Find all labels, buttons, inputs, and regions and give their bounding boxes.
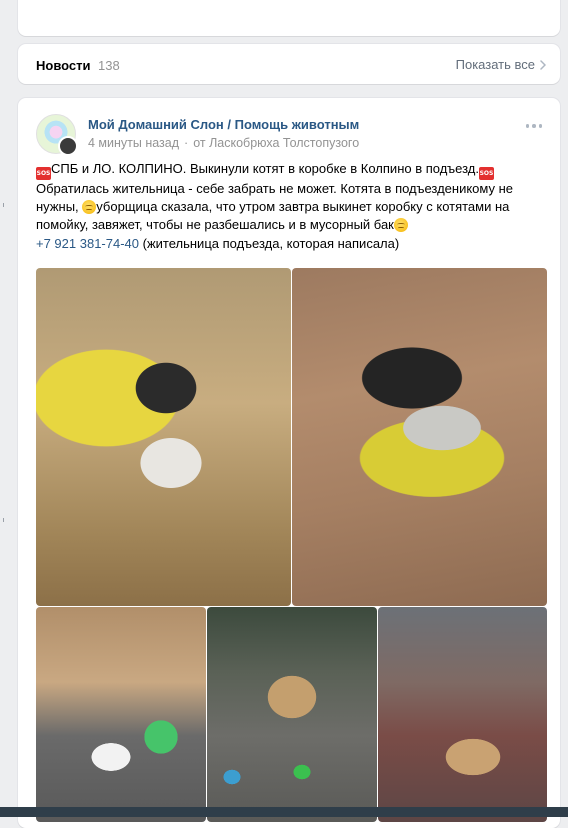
sos-emoji-icon: SOS	[478, 167, 494, 180]
photo-box-hallway[interactable]	[378, 607, 547, 822]
group-name-link[interactable]: Мой Домашний Слон / Помощь животным	[88, 117, 359, 132]
post-text-segment: помойку, завяжет, чтобы не разбешались и…	[36, 217, 394, 233]
photo-kittens-box-yellow-blanket[interactable]	[36, 268, 291, 606]
post-text-line: нужны, уборщица сказала, что утром завтр…	[36, 198, 536, 216]
post-text-segment: СПБ и ЛО. КОЛПИНО. Выкинули котят в коро…	[51, 161, 479, 176]
show-all-label: Показать все	[455, 57, 535, 72]
meta-separator: ·	[184, 136, 189, 150]
post-author[interactable]: от Ласкобрюха Толстопузого	[193, 136, 359, 150]
more-horizontal-icon[interactable]	[525, 124, 542, 128]
post-text-line: +7 921 381-74-40 (жительница подъезда, к…	[36, 235, 536, 253]
post-text-segment: (жительница подъезда, которая написала)	[139, 235, 400, 251]
post-text-line: SOSСПБ и ЛО. КОЛПИНО. Выкинули котят в к…	[36, 160, 536, 180]
post-text: SOSСПБ и ЛО. КОЛПИНО. Выкинули котят в к…	[36, 160, 536, 253]
photo-kitten-box-floor[interactable]	[207, 607, 377, 822]
post-text-line: Обратилась жительница - себе забрать не …	[36, 181, 514, 196]
news-header: Новости 138 Показать все	[18, 44, 560, 84]
phone-link[interactable]: +7 921 381-74-40	[36, 236, 139, 251]
pensive-face-emoji-icon	[82, 200, 97, 215]
photo-kittens-near-box-green-bowl[interactable]	[36, 607, 206, 822]
post-meta: 4 минуты назад · от Ласкобрюха Толстопузог…	[88, 136, 359, 150]
post-text-segment: уборщица сказала, что утром завтра выкин…	[96, 199, 510, 215]
news-count: 138	[98, 58, 120, 73]
chevron-right-icon	[540, 59, 546, 70]
post-time[interactable]: 4 минуты назад	[88, 136, 179, 150]
show-all-link[interactable]: Показать все	[456, 57, 546, 72]
previous-card	[18, 0, 560, 36]
pensive-face-emoji-icon	[393, 218, 408, 233]
post: Мой Домашний Слон / Помощь животным 4 ми…	[18, 98, 560, 828]
edge-mark	[3, 518, 4, 522]
news-title[interactable]: Новости	[36, 58, 91, 73]
photo-kittens-in-box[interactable]	[292, 268, 547, 606]
sos-emoji-icon: SOS	[36, 167, 51, 180]
edge-mark	[3, 203, 4, 207]
bottom-bar	[0, 807, 568, 817]
post-text-segment: нужны,	[36, 199, 83, 215]
author-avatar[interactable]	[58, 136, 78, 156]
post-text-line: помойку, завяжет, чтобы не разбешались и…	[36, 216, 536, 234]
